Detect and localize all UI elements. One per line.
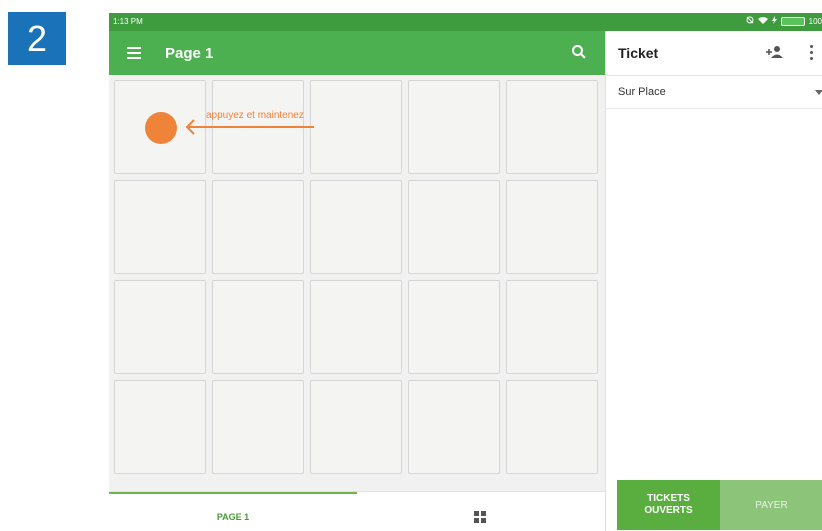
item-tile[interactable] xyxy=(310,180,402,274)
battery-icon xyxy=(780,16,805,26)
tablet-screen: 1:13 PM 100 Page 1 appuyez et maintenez … xyxy=(109,13,822,531)
charging-icon xyxy=(771,16,777,26)
add-customer-icon[interactable] xyxy=(766,45,784,64)
wifi-icon xyxy=(757,16,768,26)
bottom-navigation: PAGE 1 xyxy=(109,491,605,531)
item-tile[interactable] xyxy=(506,180,598,274)
search-icon[interactable] xyxy=(571,44,587,60)
item-tile[interactable] xyxy=(310,380,402,474)
item-tile[interactable] xyxy=(212,380,304,474)
ticket-title: Ticket xyxy=(618,45,659,61)
tab-page-1[interactable]: PAGE 1 xyxy=(109,492,357,531)
item-tile[interactable] xyxy=(408,280,500,374)
grid-icon[interactable] xyxy=(474,511,486,523)
item-tile[interactable] xyxy=(310,80,402,174)
app-bar: Page 1 xyxy=(109,31,605,75)
item-tile[interactable] xyxy=(506,80,598,174)
status-icons: 100 xyxy=(746,16,822,26)
alarm-off-icon xyxy=(746,16,754,26)
dining-option-dropdown[interactable]: Sur Place xyxy=(606,76,822,109)
battery-level: 100 xyxy=(808,16,822,26)
status-time: 1:13 PM xyxy=(113,17,143,26)
open-tickets-button[interactable]: TICKETS OUVERTS xyxy=(617,480,720,530)
item-tile[interactable] xyxy=(506,280,598,374)
hint-text: appuyez et maintenez xyxy=(206,110,304,121)
hamburger-menu-icon[interactable] xyxy=(127,47,141,59)
item-tile[interactable] xyxy=(212,180,304,274)
item-tile[interactable] xyxy=(114,180,206,274)
page-title: Page 1 xyxy=(165,45,214,62)
status-bar: 1:13 PM 100 xyxy=(109,13,822,31)
more-options-icon[interactable] xyxy=(810,45,814,63)
step-number-badge: 2 xyxy=(8,12,66,65)
item-tile[interactable] xyxy=(506,380,598,474)
item-tile[interactable] xyxy=(408,380,500,474)
chevron-down-icon xyxy=(815,90,822,95)
pay-button[interactable]: PAYER xyxy=(720,480,822,530)
ticket-panel: Ticket Sur Place TICKETS OUVERTS PAYER xyxy=(605,31,822,531)
item-tile[interactable] xyxy=(310,280,402,374)
ticket-header: Ticket xyxy=(606,31,822,76)
left-arrow-icon xyxy=(185,119,314,135)
dining-option-value: Sur Place xyxy=(618,86,666,98)
touch-indicator-dot xyxy=(145,112,177,144)
item-tile[interactable] xyxy=(408,80,500,174)
item-tile[interactable] xyxy=(212,280,304,374)
item-tile[interactable] xyxy=(114,380,206,474)
item-grid xyxy=(109,75,605,491)
item-tile[interactable] xyxy=(114,280,206,374)
item-tile[interactable] xyxy=(408,180,500,274)
